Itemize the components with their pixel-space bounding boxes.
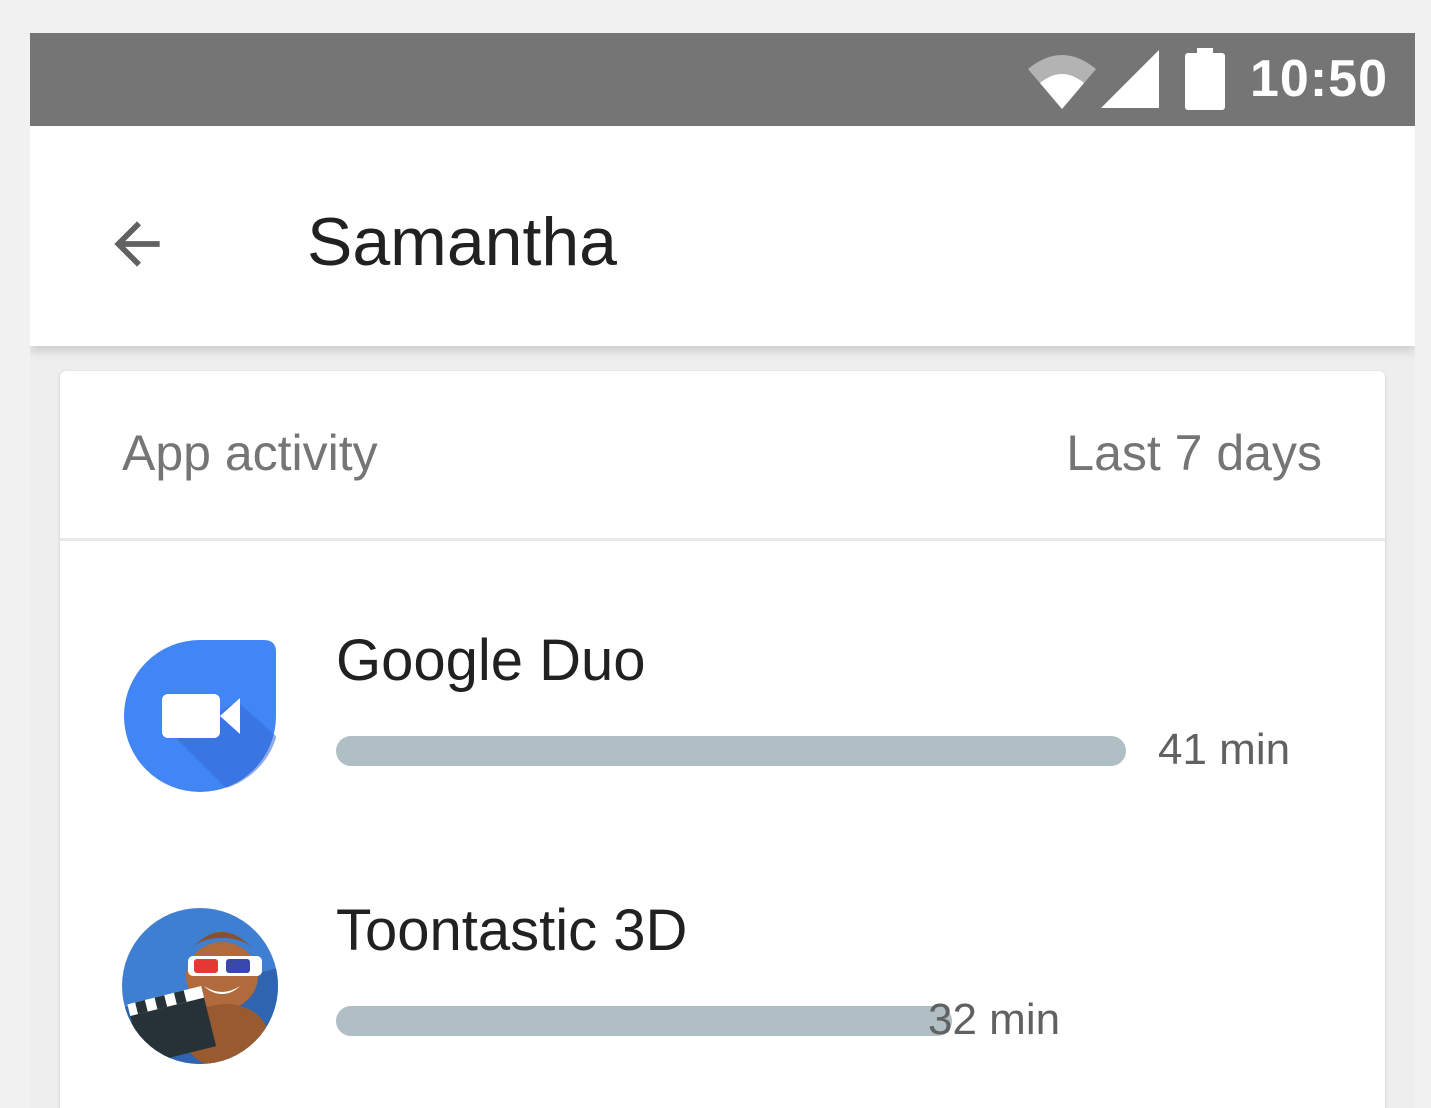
usage-value: 32 min (928, 995, 1061, 1044)
usage-track (336, 736, 1126, 766)
battery-icon (1185, 48, 1225, 110)
page-title: Samantha (307, 204, 617, 280)
google-duo-icon (123, 640, 277, 792)
status-time: 10:50 (1250, 50, 1388, 108)
arrow-back-icon (114, 221, 160, 267)
toontastic-3d-icon (122, 908, 278, 1064)
app-bar: Samantha (30, 126, 1415, 346)
app-activity-card: App activity Last 7 days Google Duo 41 m… (60, 371, 1385, 1108)
cell-signal-icon (1101, 50, 1159, 108)
card-header: App activity Last 7 days (60, 371, 1385, 541)
usage-value: 41 min (1158, 725, 1291, 774)
app-name: Toontastic 3D (336, 898, 688, 963)
app-list-item-toontastic-3d[interactable]: Toontastic 3D 32 min (60, 896, 1385, 1096)
app-name: Google Duo (336, 628, 646, 693)
period-selector[interactable]: Last 7 days (1066, 421, 1322, 485)
wifi-icon (1028, 55, 1096, 109)
app-list-item-google-duo[interactable]: Google Duo 41 min (60, 626, 1385, 826)
phone-screen: 10:50 Samantha App activity Last 7 days … (30, 33, 1415, 1108)
card-title: App activity (122, 425, 378, 481)
usage-bar (336, 736, 1126, 766)
back-button[interactable] (88, 190, 188, 290)
usage-bar (336, 1006, 953, 1036)
status-bar: 10:50 (30, 33, 1415, 126)
